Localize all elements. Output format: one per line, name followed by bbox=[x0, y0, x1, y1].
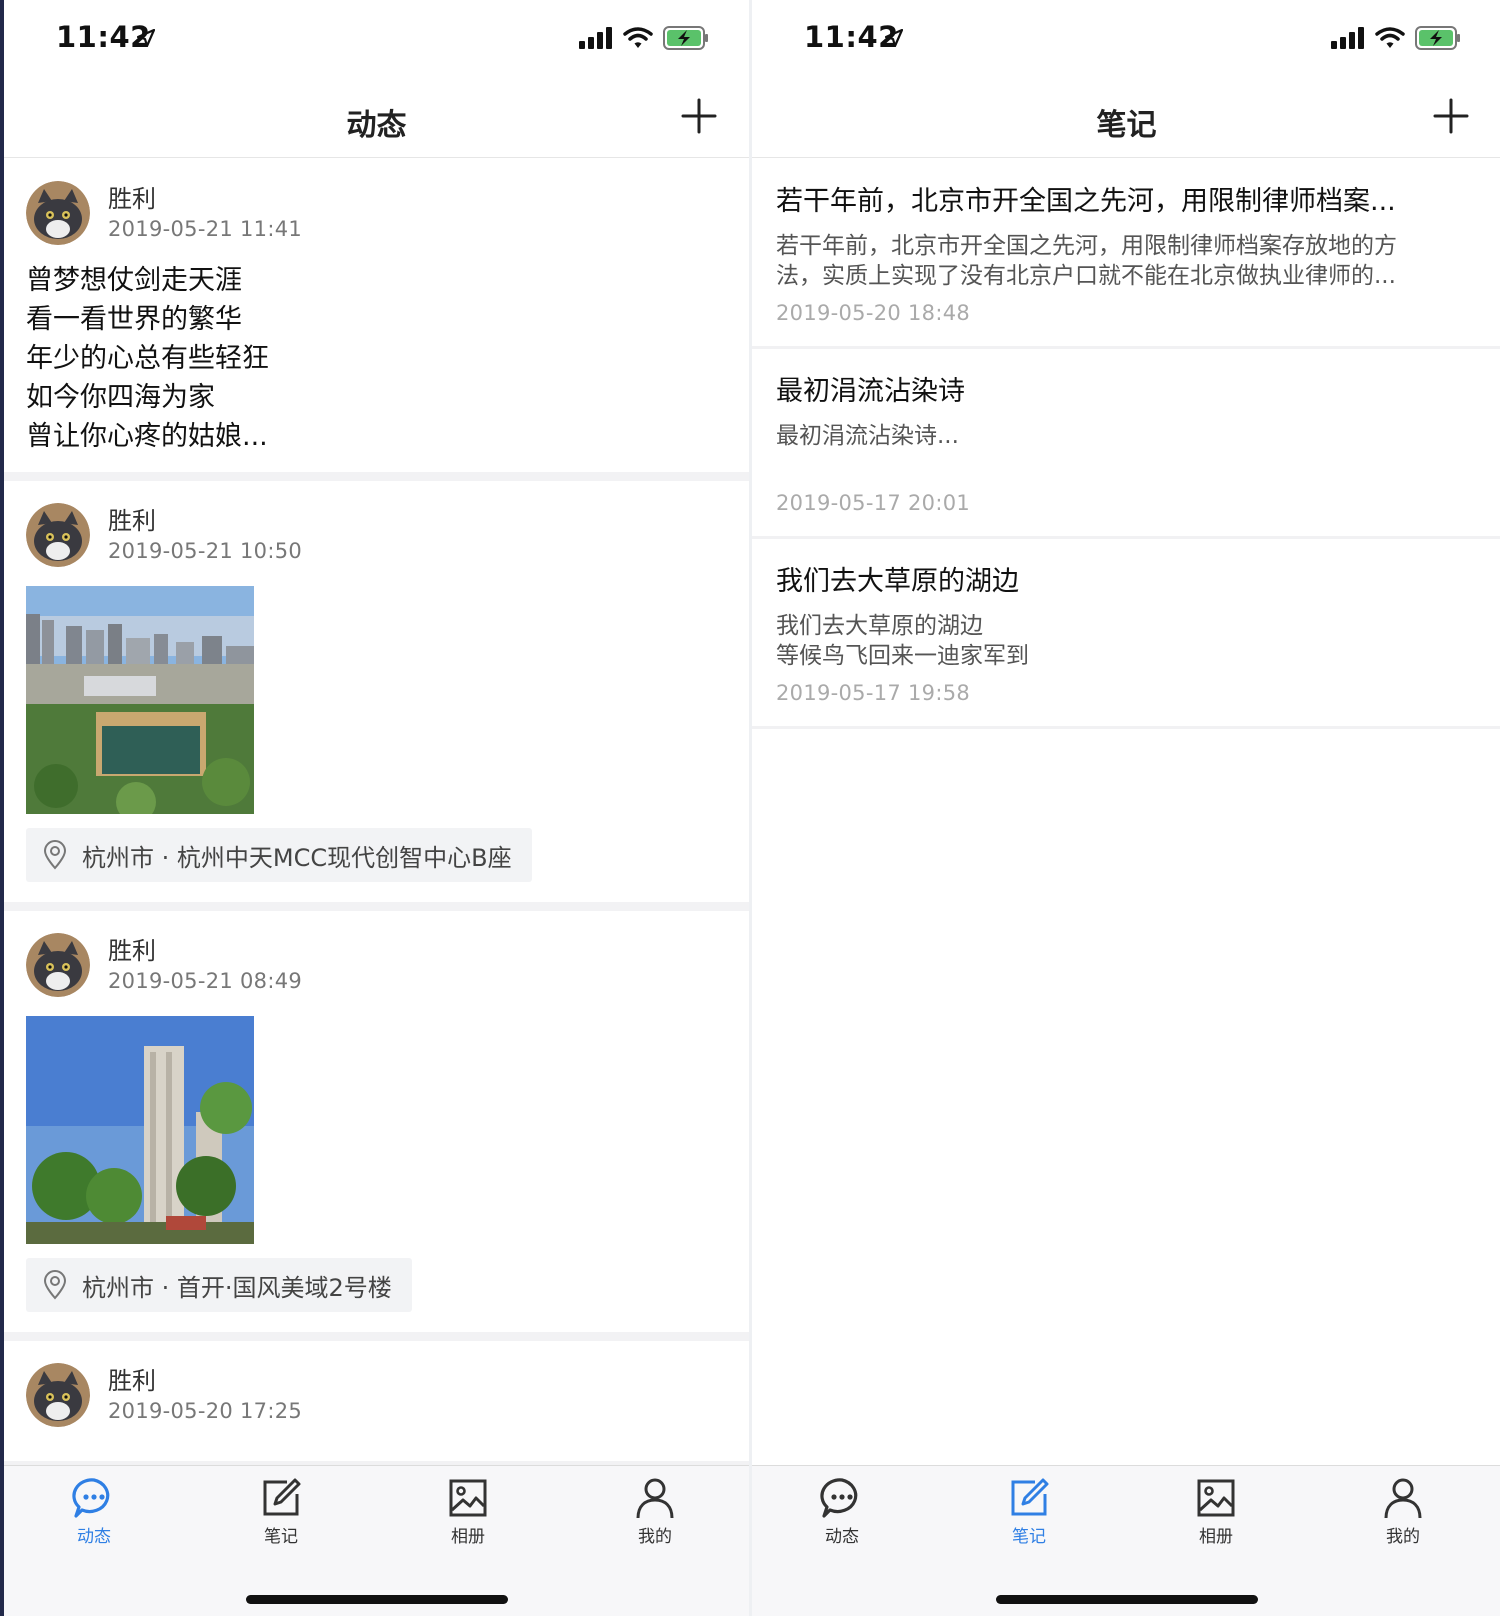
post-time: 2019-05-20 17:25 bbox=[108, 1399, 303, 1423]
city-aerial-photo[interactable] bbox=[26, 586, 254, 814]
tab-feed[interactable]: 动态 bbox=[34, 1476, 154, 1547]
tab-label: 我的 bbox=[1386, 1527, 1420, 1547]
post-author[interactable]: 胜利 bbox=[108, 931, 156, 966]
tab-label: 笔记 bbox=[1012, 1527, 1046, 1547]
signal-icon bbox=[1331, 27, 1364, 49]
location-pin-icon bbox=[43, 1270, 67, 1300]
tab-label: 动态 bbox=[77, 1527, 111, 1547]
tab-label: 相册 bbox=[451, 1527, 485, 1547]
edit-icon bbox=[263, 1478, 301, 1516]
image-icon bbox=[449, 1479, 487, 1517]
notes-list: 若干年前，北京市开全国之先河，用限制律师档案... 若干年前，北京市开全国之先河… bbox=[752, 159, 1500, 729]
tab-notes[interactable]: 笔记 bbox=[221, 1476, 341, 1547]
tab-notes[interactable]: 笔记 bbox=[969, 1476, 1089, 1547]
post-text-line: 如今你四海为家 bbox=[26, 382, 215, 413]
home-indicator[interactable] bbox=[995, 1595, 1258, 1604]
post-time: 2019-05-21 11:41 bbox=[108, 217, 303, 241]
note-time: 2019-05-17 19:58 bbox=[776, 681, 971, 705]
post-text[interactable]: 曾梦想仗剑走天涯 看一看世界的繁华 年少的心总有些轻狂 如今你四海为家 曾让你心… bbox=[26, 261, 269, 456]
post-author[interactable]: 胜利 bbox=[108, 179, 156, 214]
post-time: 2019-05-21 08:49 bbox=[108, 969, 303, 993]
edit-icon bbox=[1011, 1478, 1049, 1516]
note-title: 若干年前，北京市开全国之先河，用限制律师档案... bbox=[776, 186, 1396, 217]
avatar[interactable] bbox=[26, 1363, 90, 1427]
image-icon bbox=[1197, 1479, 1235, 1517]
tab-label: 笔记 bbox=[264, 1527, 298, 1547]
tab-label: 动态 bbox=[825, 1527, 859, 1547]
nav-bar: 动态 bbox=[4, 80, 749, 158]
status-icons bbox=[579, 26, 709, 50]
page-title: 动态 bbox=[346, 108, 407, 143]
feed-post[interactable]: 胜利 2019-05-21 08:49 杭州市 · 首开·国风美域2号楼 bbox=[4, 911, 749, 1332]
signal-icon bbox=[579, 27, 612, 49]
note-excerpt-line: 等候鸟飞回来一迪家军到 bbox=[776, 643, 1029, 669]
note-excerpt-line: 若干年前，北京市开全国之先河，用限制律师档案存放地的方 bbox=[776, 233, 1397, 259]
battery-charging-icon bbox=[1415, 26, 1460, 50]
note-excerpt-line: 最初涓流沾染诗... bbox=[776, 423, 959, 449]
note-title: 我们去大草原的湖边 bbox=[776, 566, 1019, 597]
notes-screen: 11:42 笔记 若干年前，北京市开全国之先河，用限制律师档案... 若干年前，… bbox=[752, 0, 1500, 1616]
location-arrow-icon bbox=[137, 29, 155, 47]
tab-label: 相册 bbox=[1199, 1527, 1233, 1547]
note-title: 最初涓流沾染诗 bbox=[776, 376, 965, 407]
tower-photo[interactable] bbox=[26, 1016, 254, 1244]
feed-post[interactable]: 胜利 2019-05-20 17:25 bbox=[4, 1341, 749, 1461]
note-excerpt-line: 我们去大草原的湖边 bbox=[776, 613, 983, 639]
home-indicator[interactable] bbox=[245, 1595, 508, 1604]
note-excerpt: 最初涓流沾染诗... bbox=[776, 421, 1466, 451]
note-item[interactable]: 若干年前，北京市开全国之先河，用限制律师档案... 若干年前，北京市开全国之先河… bbox=[752, 159, 1500, 349]
chat-bubble-icon bbox=[820, 1478, 858, 1518]
feed-post[interactable]: 胜利 2019-05-21 10:50 杭州市 · 杭州中天MCC现代创智中心B… bbox=[4, 481, 749, 902]
chat-bubble-icon bbox=[72, 1478, 110, 1518]
post-author[interactable]: 胜利 bbox=[108, 501, 156, 536]
tab-bar: 动态 笔记 相册 我的 bbox=[752, 1465, 1500, 1616]
battery-charging-icon bbox=[663, 26, 708, 50]
feed-screen: 11:42 动态 胜利 2019-05-21 11:41 曾梦想仗剑走天涯 看一… bbox=[0, 0, 749, 1616]
tab-album[interactable]: 相册 bbox=[408, 1476, 528, 1547]
avatar[interactable] bbox=[26, 933, 90, 997]
post-author[interactable]: 胜利 bbox=[108, 1361, 156, 1396]
location-text: 杭州市 · 杭州中天MCC现代创智中心B座 bbox=[82, 843, 512, 872]
location-tag[interactable]: 杭州市 · 杭州中天MCC现代创智中心B座 bbox=[26, 828, 532, 882]
status-bar: 11:42 bbox=[752, 0, 1500, 80]
tab-feed[interactable]: 动态 bbox=[782, 1476, 902, 1547]
tab-bar: 动态 笔记 相册 我的 bbox=[4, 1465, 749, 1616]
wifi-icon bbox=[1375, 27, 1405, 48]
location-arrow-icon bbox=[885, 29, 903, 47]
post-text-line: 年少的心总有些轻狂 bbox=[26, 343, 269, 374]
user-icon bbox=[1384, 1478, 1422, 1519]
post-text-line: 曾让你心疼的姑娘... bbox=[26, 421, 268, 452]
post-text-line: 看一看世界的繁华 bbox=[26, 304, 242, 335]
plus-icon[interactable] bbox=[681, 98, 717, 134]
tab-label: 我的 bbox=[638, 1527, 672, 1547]
feed-post[interactable]: 胜利 2019-05-21 11:41 曾梦想仗剑走天涯 看一看世界的繁华 年少… bbox=[4, 159, 749, 472]
avatar[interactable] bbox=[26, 181, 90, 245]
note-item[interactable]: 最初涓流沾染诗 最初涓流沾染诗... 2019-05-17 20:01 bbox=[752, 349, 1500, 539]
note-time: 2019-05-17 20:01 bbox=[776, 491, 971, 515]
tab-me[interactable]: 我的 bbox=[595, 1476, 715, 1547]
status-icons bbox=[1331, 26, 1461, 50]
nav-bar: 笔记 bbox=[752, 80, 1500, 158]
note-item[interactable]: 我们去大草原的湖边 我们去大草原的湖边 等候鸟飞回来一迪家军到 2019-05-… bbox=[752, 539, 1500, 729]
page-title: 笔记 bbox=[1096, 108, 1157, 143]
note-excerpt-line: 法，实质上实现了没有北京户口就不能在北京做执业律师的... bbox=[776, 263, 1396, 289]
user-icon bbox=[636, 1478, 674, 1519]
location-pin-icon bbox=[43, 840, 67, 870]
note-time: 2019-05-20 18:48 bbox=[776, 301, 971, 325]
location-text: 杭州市 · 首开·国风美域2号楼 bbox=[82, 1273, 392, 1302]
post-text-line: 曾梦想仗剑走天涯 bbox=[26, 265, 242, 296]
status-bar: 11:42 bbox=[4, 0, 749, 80]
tab-album[interactable]: 相册 bbox=[1156, 1476, 1276, 1547]
plus-icon[interactable] bbox=[1433, 98, 1469, 134]
tab-me[interactable]: 我的 bbox=[1343, 1476, 1463, 1547]
note-excerpt: 若干年前，北京市开全国之先河，用限制律师档案存放地的方 法，实质上实现了没有北京… bbox=[776, 231, 1466, 291]
wifi-icon bbox=[623, 27, 653, 48]
post-time: 2019-05-21 10:50 bbox=[108, 539, 303, 563]
location-tag[interactable]: 杭州市 · 首开·国风美域2号楼 bbox=[26, 1258, 412, 1312]
note-excerpt: 我们去大草原的湖边 等候鸟飞回来一迪家军到 bbox=[776, 611, 1466, 671]
feed-list: 胜利 2019-05-21 11:41 曾梦想仗剑走天涯 看一看世界的繁华 年少… bbox=[4, 159, 749, 1465]
avatar[interactable] bbox=[26, 503, 90, 567]
